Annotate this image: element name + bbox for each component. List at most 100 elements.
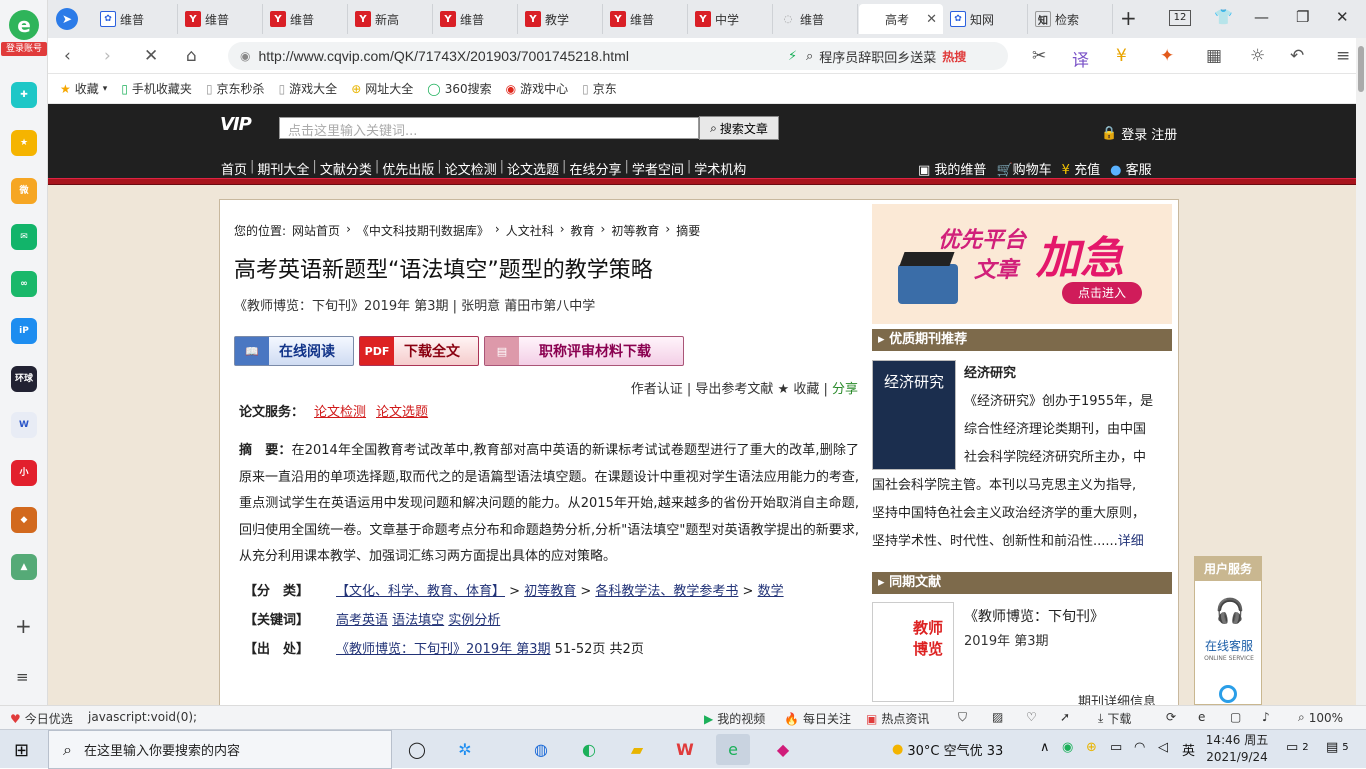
stop-icon[interactable]: ✕	[144, 46, 158, 66]
tray-expand-icon[interactable]: ∧	[1040, 740, 1050, 755]
keyword-link[interactable]: 语法填空	[392, 613, 444, 628]
search-suggest-text[interactable]: 程序员辞职回乡送菜	[819, 47, 936, 66]
back-icon[interactable]: ‹	[64, 46, 71, 66]
browser-app-icon[interactable]: ◍	[524, 734, 558, 765]
site-nav-item[interactable]: 优先出版	[379, 159, 437, 178]
keyword-link[interactable]: 实例分析	[448, 613, 500, 628]
journal-detail-link[interactable]: 详细	[1118, 534, 1144, 549]
browser-tab[interactable]: Y 新高	[349, 4, 433, 34]
breadcrumb-item[interactable]: 网站首页	[292, 222, 340, 239]
image-icon[interactable]: ▨	[992, 710, 1003, 724]
pinwheel-app-icon[interactable]: ✲	[448, 734, 482, 765]
skin-icon[interactable]: 👕	[1214, 8, 1233, 26]
sidebar-menu-icon[interactable]: ≡	[16, 668, 29, 686]
download-status[interactable]: ⤓ 下载	[1098, 710, 1131, 727]
qq-icon[interactable]	[1219, 685, 1237, 703]
site-nav-item[interactable]: 在线分享	[566, 159, 624, 178]
page-scrollbar[interactable]	[1356, 38, 1366, 705]
file-explorer-icon[interactable]: ▰	[620, 734, 654, 765]
priority-banner[interactable]: 优先平台 文章 加急 点击进入	[872, 204, 1172, 324]
wechat-icon[interactable]: ◐	[572, 734, 606, 765]
360-browser-icon[interactable]: e	[716, 734, 750, 765]
windows-search-box[interactable]: ⌕ 在这里输入你要搜索的内容	[48, 730, 392, 769]
window-icon[interactable]: ▢	[1230, 710, 1241, 724]
browser-tab[interactable]: 高考 ✕	[859, 4, 943, 34]
sidebar-add-icon[interactable]: +	[15, 614, 32, 638]
tray-plus-icon[interactable]: ⊕	[1086, 740, 1097, 755]
restore-icon[interactable]: ❐	[1296, 8, 1309, 26]
collect-link[interactable]: ★ 收藏	[778, 382, 820, 397]
breadcrumb-item[interactable]: 《中文科技期刊数据库》	[357, 222, 489, 239]
drop-app-icon[interactable]: ◆	[766, 734, 800, 765]
battery-icon[interactable]: ▭	[1110, 740, 1122, 755]
refresh-icon[interactable]: ⟳	[1166, 710, 1176, 724]
read-online-button[interactable]: 📖 在线阅读	[234, 336, 354, 366]
site-nav-item[interactable]: 论文检测	[442, 159, 500, 178]
forward-icon[interactable]: ›	[104, 46, 111, 66]
hot-news[interactable]: ▣ 热点资讯	[866, 710, 929, 727]
weather-widget[interactable]: ● 30°C 空气优 33	[892, 740, 1003, 759]
sidebar-app-game-icon[interactable]: ◆	[11, 507, 37, 533]
minimize-icon[interactable]: —	[1254, 8, 1269, 26]
cart-link[interactable]: 🛒购物车	[996, 159, 1051, 178]
daily-focus[interactable]: 🔥 每日关注	[784, 710, 851, 727]
brightness-icon[interactable]: ☼	[1250, 46, 1265, 66]
login-account-button[interactable]: 登录账号	[1, 42, 47, 56]
download-button[interactable]: PDF 下载全文	[359, 336, 479, 366]
site-search-button[interactable]: ⌕ 搜索文章	[699, 116, 779, 140]
close-tab-icon[interactable]: ✕	[926, 12, 937, 27]
speaker-icon[interactable]: ◁	[1158, 740, 1168, 755]
sidebar-app-mail-icon[interactable]: ✉	[11, 224, 37, 250]
sidebar-app-game2-icon[interactable]: ▲	[11, 554, 37, 580]
sidebar-app-favorites-icon[interactable]: ★	[11, 130, 37, 156]
close-window-icon[interactable]: ✕	[1336, 8, 1349, 26]
materials-download-button[interactable]: ▤ 职称评审材料下载	[484, 336, 684, 366]
security-icon[interactable]: ◉	[240, 49, 250, 63]
browser-tab[interactable]: Y 教学	[519, 4, 603, 34]
browser-tab[interactable]: ✿ 维普	[94, 4, 178, 34]
bookmark-sites[interactable]: ⊕ 网址大全	[351, 80, 413, 97]
site-search-input[interactable]: 点击这里输入关键词...	[279, 117, 699, 139]
my-vip-link[interactable]: ▣ 我的维普	[918, 159, 986, 178]
wps-icon[interactable]: W	[668, 734, 702, 765]
undo-icon[interactable]: ↶	[1290, 46, 1304, 66]
bookmark-mobile[interactable]: ▯ 手机收藏夹	[121, 80, 192, 97]
bookmark-game-center[interactable]: ◉ 游戏中心	[506, 80, 569, 97]
register-link[interactable]: 注册	[1151, 124, 1177, 143]
paper-check-link[interactable]: 论文检测	[314, 401, 366, 420]
breadcrumb-item[interactable]: 初等教育	[611, 222, 659, 239]
classify-link[interactable]: 【文化、科学、教育、体育】	[336, 584, 505, 599]
browser-tab[interactable]: Y 维普	[264, 4, 348, 34]
browser-tab[interactable]: ◌ 维普	[774, 4, 858, 34]
site-nav-item[interactable]: 期刊大全	[254, 159, 312, 178]
same-issue-cover[interactable]: 教师博览	[872, 602, 954, 702]
bookmark-games[interactable]: ▯ 游戏大全	[279, 80, 338, 97]
export-ref-link[interactable]: 导出参考文献	[695, 382, 773, 397]
classify-link[interactable]: 各科教学法、教学参考书	[595, 584, 738, 599]
sidebar-app-weibo-icon[interactable]: 微	[11, 178, 37, 204]
menu-icon[interactable]: ≡	[1336, 46, 1350, 66]
volume-icon[interactable]: ♪	[1262, 710, 1270, 724]
shield-icon[interactable]: ⛉	[958, 710, 967, 725]
health-icon[interactable]: ♡	[1026, 710, 1037, 724]
share-link[interactable]: 分享	[832, 382, 858, 397]
tab-count-badge[interactable]: 12	[1169, 10, 1191, 26]
game-icon[interactable]: ✦	[1160, 46, 1174, 66]
windows-start-icon[interactable]: ⊞	[14, 740, 29, 761]
online-support-link[interactable]: 在线客服	[1203, 637, 1255, 654]
scrollbar-thumb[interactable]	[1358, 46, 1364, 92]
bookmark-jd-seckill[interactable]: ▯ 京东秒杀	[206, 80, 265, 97]
support-link[interactable]: ● 客服	[1110, 159, 1152, 178]
classify-link[interactable]: 数学	[758, 584, 784, 599]
notifications-badge[interactable]: ▤ 5	[1326, 740, 1349, 755]
hot-search-label[interactable]: 热搜	[942, 48, 966, 65]
browser-tab[interactable]: ✿ 知网	[944, 4, 1028, 34]
recharge-link[interactable]: ¥ 充值	[1062, 159, 1100, 178]
wifi-icon[interactable]: ◠	[1134, 740, 1145, 755]
ime-indicator[interactable]: 英	[1182, 740, 1195, 759]
coupon-icon[interactable]: ¥	[1116, 46, 1127, 66]
breadcrumb-item[interactable]: 教育	[571, 222, 595, 239]
site-nav-item[interactable]: 学术机构	[691, 159, 749, 178]
clock[interactable]: 14:46 周五 2021/9/24	[1204, 732, 1270, 766]
sidebar-app-doc-icon[interactable]: W	[11, 412, 37, 438]
